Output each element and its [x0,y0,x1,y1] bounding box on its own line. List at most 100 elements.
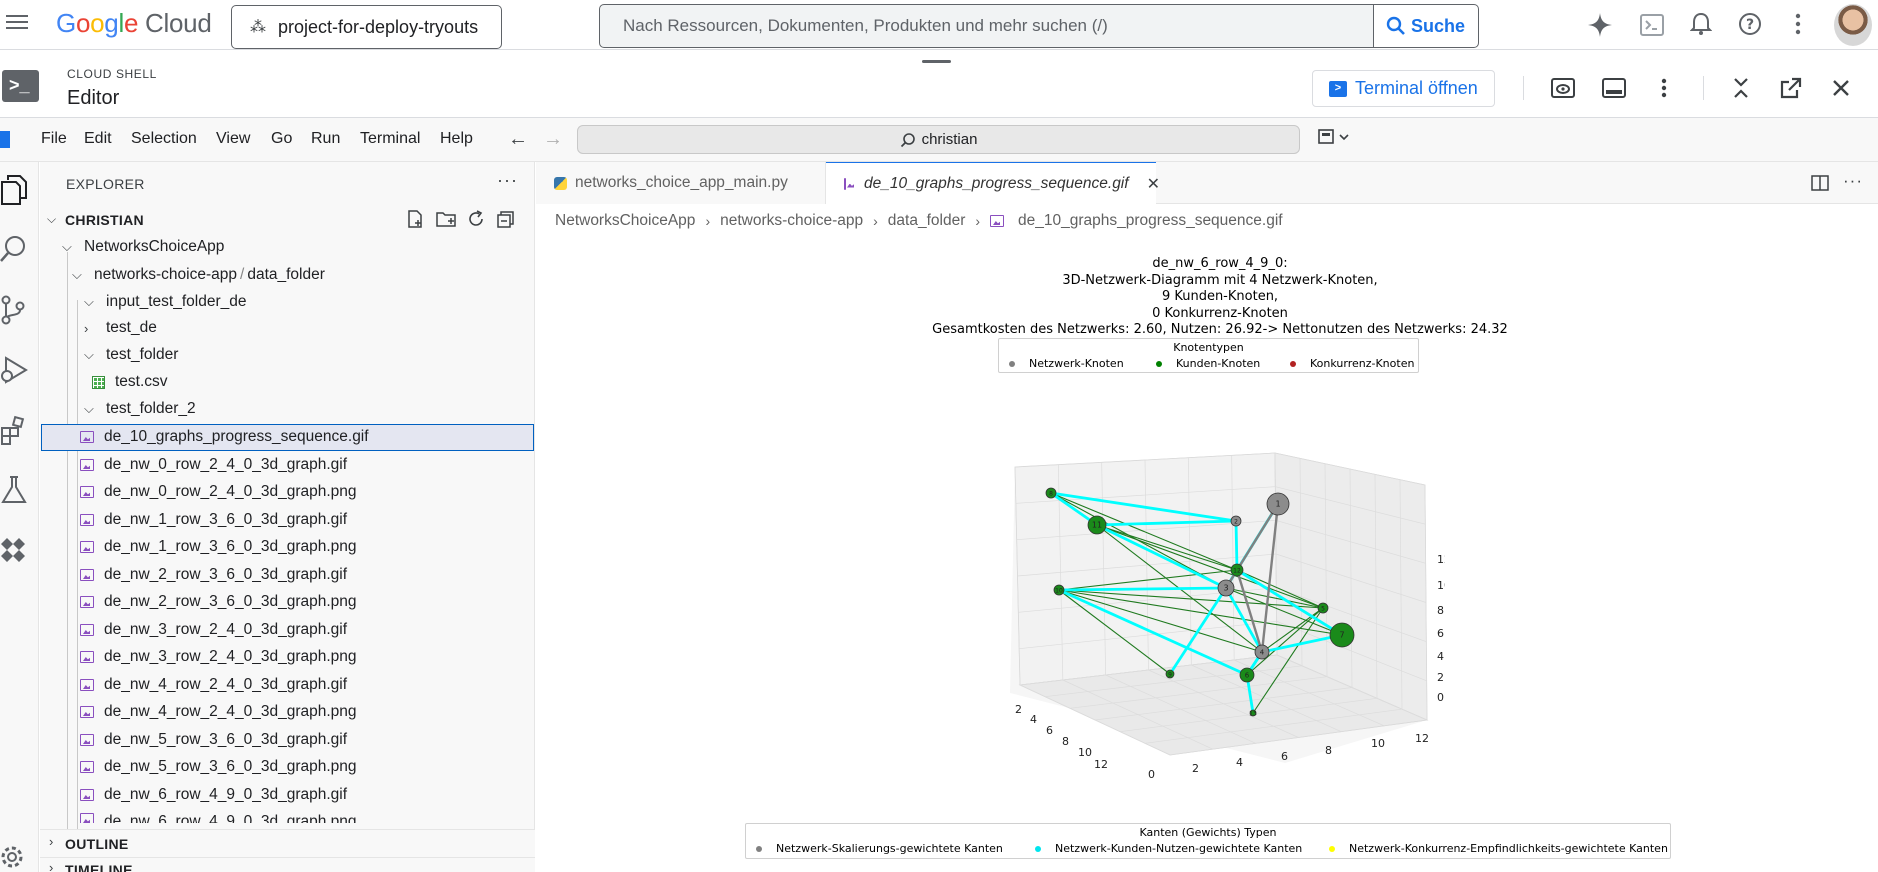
cloud-shell-terminal-icon: >_ [2,70,39,102]
breadcrumb-item[interactable]: data_folder [888,212,966,230]
search-input[interactable]: Nach Ressourcen, Dokumenten, Produkten u… [599,4,1374,48]
timeline-section-header[interactable]: TIMELINE [65,862,133,872]
run-debug-icon[interactable] [0,354,28,386]
resize-handle[interactable] [922,60,951,63]
tree-folder-networkschoiceapp[interactable]: ⌵ NetworksChoiceApp [62,234,224,260]
tree-folder-test-folder[interactable]: ⌵ test_folder [84,342,178,368]
tab-gif-file[interactable]: de_10_graphs_progress_sequence.gif ✕ [826,162,1160,204]
back-arrow-icon[interactable]: ← [508,128,528,151]
editor-logo[interactable] [0,131,10,148]
gemini-spark-icon[interactable] [1587,12,1613,38]
command-center-input[interactable]: christian [577,125,1300,154]
tree-file[interactable]: de_nw_3_row_2_4_0_3d_graph.png [80,644,357,670]
help-icon[interactable]: ? [1738,12,1762,36]
search-icon [1386,16,1405,35]
search-button-label: Suche [1410,15,1466,36]
chevron-right-icon[interactable]: › [49,834,53,849]
tree-label: de_nw_5_row_3_6_0_3d_graph.png [104,758,357,775]
source-control-icon[interactable] [0,294,28,326]
breadcrumb-item[interactable]: de_10_graphs_progress_sequence.gif [1018,212,1283,230]
tree-folder-input-test-folder-de[interactable]: ⌵ input_test_folder_de [84,289,246,315]
tree-file[interactable]: de_nw_2_row_3_6_0_3d_graph.png [80,589,357,615]
shell-more-icon[interactable] [1660,77,1668,99]
x-tick-label: 12 [1094,758,1108,771]
tree-file[interactable]: de_nw_1_row_3_6_0_3d_graph.gif [80,507,347,533]
search-icon[interactable] [0,234,28,266]
menu-file[interactable]: File [41,130,67,148]
google-cloud-logo[interactable]: Google Cloud [56,8,212,39]
menu-view[interactable]: View [216,130,250,148]
menu-go[interactable]: Go [271,130,292,148]
x-tick-label: 10 [1078,746,1092,759]
tree-folder-data-folder[interactable]: ⌵ networks-choice-app / data_folder [72,262,325,288]
menu-terminal[interactable]: Terminal [360,130,420,148]
legend-item: Kunden-Knoten [1156,357,1260,370]
tree-file[interactable]: de_nw_2_row_3_6_0_3d_graph.gif [80,562,347,588]
outline-section-header[interactable]: OUTLINE [65,836,129,852]
avatar[interactable] [1834,4,1872,46]
breadcrumb-item[interactable]: NetworksChoiceApp [555,212,695,230]
tree-file[interactable]: de_nw_0_row_2_4_0_3d_graph.png [80,479,357,505]
workspace-root[interactable]: CHRISTIAN [65,212,144,228]
menu-run[interactable]: Run [311,130,340,148]
tree-file[interactable]: de_nw_6_row_4_9_0_3d_graph.png [80,809,357,823]
explorer-files-icon[interactable] [0,174,28,206]
tab-main-py[interactable]: networks_choice_app_main.py [536,162,826,204]
collapse-all-icon[interactable] [496,209,516,229]
preview-icon[interactable] [1551,78,1575,98]
cloud-code-icon[interactable] [0,536,28,562]
tree-file[interactable]: de_nw_5_row_3_6_0_3d_graph.png [80,754,357,780]
tree-label: de_nw_4_row_2_4_0_3d_graph.gif [104,676,348,693]
image-file-icon [80,459,94,471]
tree-label: input_test_folder_de [106,293,247,310]
open-terminal-button[interactable]: > Terminal öffnen [1312,70,1495,107]
tree-folder-test-de[interactable]: › test_de [84,315,157,341]
tree-file[interactable]: de_nw_4_row_2_4_0_3d_graph.png [80,699,357,725]
main-menu-icon[interactable] [6,12,28,32]
cloud-shell-icon[interactable] [1640,14,1664,36]
open-new-window-icon[interactable] [1780,77,1802,99]
tree-label: networks-choice-app [94,266,238,283]
close-icon[interactable] [1832,79,1850,97]
tree-file[interactable]: de_nw_0_row_2_4_0_3d_graph.gif [80,452,347,478]
tree-file[interactable]: de_nw_5_row_3_6_0_3d_graph.gif [80,727,347,753]
settings-gear-icon[interactable] [0,842,28,872]
menu-edit[interactable]: Edit [84,130,112,148]
menu-selection[interactable]: Selection [131,130,197,148]
menu-help[interactable]: Help [440,130,473,148]
tree-file[interactable]: de_nw_1_row_3_6_0_3d_graph.png [80,534,357,560]
refresh-icon[interactable] [466,209,486,229]
forward-arrow-icon[interactable]: → [543,128,563,151]
extensions-icon[interactable] [0,414,28,446]
tree-folder-test-folder-2[interactable]: ⌵ test_folder_2 [84,396,196,422]
new-file-icon[interactable] [405,209,425,229]
tree-file[interactable]: de_nw_3_row_2_4_0_3d_graph.gif [80,617,347,643]
notifications-icon[interactable] [1690,12,1712,36]
svg-text:?: ? [1746,17,1754,33]
chevron-right-icon[interactable]: › [49,860,53,872]
split-editor-icon[interactable] [1811,175,1829,191]
breadcrumb-item[interactable]: networks-choice-app [720,212,863,230]
project-picker-button[interactable]: ⁂ project-for-deploy-tryouts [231,5,502,49]
z-tick-label: 8 [1437,604,1444,617]
editor-more-icon[interactable]: ··· [1843,171,1863,191]
close-tab-icon[interactable]: ✕ [1147,174,1160,194]
chevron-down-icon: ⌵ [84,347,94,362]
layout-panel-icon[interactable] [1602,78,1626,98]
search-button[interactable]: Suche [1373,4,1479,48]
graph-node-label: 11 [1092,521,1102,530]
new-folder-icon[interactable] [435,209,457,229]
testing-flask-icon[interactable] [0,474,28,506]
search-icon [900,132,915,147]
tree-file[interactable]: de_nw_6_row_4_9_0_3d_graph.gif [80,782,347,808]
minimize-icon[interactable] [1732,77,1750,99]
tree-file[interactable]: de_nw_4_row_2_4_0_3d_graph.gif [80,672,347,698]
tree-label: data_folder [247,266,325,283]
more-vert-icon[interactable] [1794,12,1802,36]
explorer-more-icon[interactable]: ··· [497,170,518,191]
tree-file-selected[interactable]: de_10_graphs_progress_sequence.gif [80,424,369,450]
tree-label: de_nw_2_row_3_6_0_3d_graph.gif [104,566,348,583]
tree-file-test-csv[interactable]: test.csv [92,369,168,395]
layout-control-dropdown[interactable] [1318,128,1352,151]
chevron-down-icon[interactable]: ⌵ [47,212,56,227]
